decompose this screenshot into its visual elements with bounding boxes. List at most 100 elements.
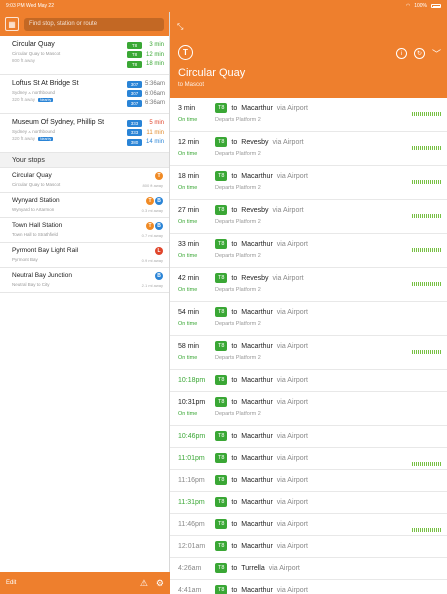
battery-icon — [431, 4, 441, 8]
route-info: T8 to Macarthur via Airport — [215, 341, 308, 351]
departure-time: 11:46pm — [178, 521, 205, 528]
search-input[interactable]: Find stop, station or route — [24, 17, 164, 31]
status-right: ◠ 100% — [406, 3, 441, 9]
saved-stop-item[interactable]: Pyrmont Bay Light Rail Pyrmont Bay L 0.9 mi… — [0, 243, 169, 268]
line-badge: T8 — [127, 51, 142, 58]
line-badge: T8 — [127, 41, 142, 49]
departure-time: 58 min — [178, 343, 200, 350]
via-text: via Airport — [272, 206, 304, 214]
line-badge: T8 — [215, 341, 228, 351]
platform-text: Departs Platform 2 — [215, 287, 261, 293]
departure-row[interactable]: 54 min On time T8 to Macarthur via Airport Dep… — [170, 302, 447, 336]
departure-row[interactable]: 4:26am T8 to Turrella via Airport — [170, 558, 447, 580]
departure-time: 11:16pm — [178, 477, 205, 484]
map-icon[interactable]: ▦ — [5, 17, 19, 31]
saved-stop-item[interactable]: Circular Quay Circular Quay to Mascot T 800… — [0, 168, 169, 193]
via-text: via Airport — [276, 520, 308, 528]
departure-time: 18 min — [145, 61, 164, 67]
via-text: via Airport — [276, 240, 308, 248]
departure-status: On time — [178, 321, 198, 327]
chevron-down-icon[interactable]: ﹀ — [432, 47, 441, 60]
nearby-badge: Nearby — [38, 97, 54, 102]
departure-row[interactable]: 11:01pm T8 to Macarthur via Airport — [170, 448, 447, 470]
departure-row[interactable]: 12:01am T8 to Macarthur via Airport — [170, 536, 447, 558]
nearby-stop-item[interactable]: Circular Quay Circular Quay to Mascot 800 … — [0, 36, 169, 75]
mode-icons: TB — [146, 222, 163, 230]
info-icon[interactable]: i — [395, 48, 407, 59]
departure-time: 18 min — [178, 173, 200, 180]
bus-icon: B — [155, 222, 163, 230]
platform-text: Departs Platform 2 — [215, 117, 261, 123]
saved-stop-item[interactable]: Town Hall Station Town Hall to Strathfiel… — [0, 218, 169, 243]
departure-row[interactable]: 10:18pm T8 to Macarthur via Airport — [170, 370, 447, 392]
edit-button[interactable]: Edit — [6, 580, 132, 586]
warning-icon[interactable]: ⚠ — [140, 578, 148, 589]
bus-icon: B — [155, 197, 163, 205]
departure-time: 11:01pm — [178, 455, 205, 462]
platform-text: Departs Platform 2 — [215, 355, 261, 361]
departure-time: 5:36am — [145, 81, 166, 87]
via-text: via Airport — [276, 542, 308, 550]
mode-icons: T — [155, 172, 163, 180]
saved-stop-distance: 800 ft away — [142, 183, 163, 188]
via-text: via Airport — [276, 498, 308, 506]
departure-row[interactable]: 10:46pm T8 to Macarthur via Airport — [170, 426, 447, 448]
via-text: via Airport — [268, 564, 300, 572]
departure-row[interactable]: 33 min On time T8 to Macarthur via Airport Dep… — [170, 234, 447, 268]
destination: Revesby — [241, 206, 269, 214]
mode-icons: L — [155, 247, 163, 255]
departure-row[interactable]: 4:41am T8 to Macarthur via Airport — [170, 580, 447, 594]
nearby-stop-item[interactable]: Loftus St At Bridge St Sydney ⟑ northboun… — [0, 75, 169, 114]
platform-text: Departs Platform 2 — [215, 411, 261, 417]
departure-row[interactable]: 27 min On time T8 to Revesby via Airport Depar… — [170, 200, 447, 234]
route-info: T8 to Macarthur via Airport — [215, 307, 308, 317]
destination: Macarthur — [241, 432, 273, 440]
occupancy-indicator — [412, 112, 442, 116]
gear-icon[interactable]: ⚙ — [156, 578, 164, 589]
line-badge: T8 — [215, 397, 228, 407]
connector-text: to — [231, 342, 238, 350]
departure-row[interactable]: 12 min On time T8 to Revesby via Airport Depar… — [170, 132, 447, 166]
saved-stop-subtitle: Circular Quay to Mascot — [12, 182, 61, 187]
nearby-stop-item[interactable]: Museum Of Sydney, Phillip St Sydney ⟑ nor… — [0, 114, 169, 153]
nearby-departure: 380 14 min — [127, 138, 164, 146]
via-text: via Airport — [272, 138, 304, 146]
via-text: via Airport — [276, 476, 308, 484]
line-badge: T8 — [215, 475, 228, 485]
departure-row[interactable]: 10:31pm On time T8 to Macarthur via Airport De… — [170, 392, 447, 426]
departure-time: 33 min — [178, 241, 200, 248]
connector-text: to — [231, 274, 238, 282]
departure-time: 54 min — [178, 309, 200, 316]
nearby-departure: 307 6:36am — [127, 99, 165, 107]
departure-row[interactable]: 11:16pm T8 to Macarthur via Airport — [170, 470, 447, 492]
departure-row[interactable]: 11:31pm T8 to Macarthur via Airport — [170, 492, 447, 514]
departure-status: On time — [178, 411, 198, 417]
nearby-departure: T8 3 min — [127, 41, 164, 49]
connector-text: to — [231, 454, 238, 462]
departure-row[interactable]: 58 min On time T8 to Macarthur via Airport Dep… — [170, 336, 447, 370]
route-info: T8 to Revesby via Airport — [215, 137, 304, 147]
line-badge: T8 — [127, 60, 142, 68]
saved-stop-item[interactable]: Neutral Bay Junction Neutral Bay to City B… — [0, 268, 169, 293]
departure-row[interactable]: 18 min On time T8 to Macarthur via Airport Dep… — [170, 166, 447, 200]
line-badge: T8 — [215, 171, 228, 181]
train-icon: T — [146, 197, 154, 205]
route-info: T8 to Turrella via Airport — [215, 563, 300, 573]
departure-row[interactable]: 42 min On time T8 to Revesby via Airport Depar… — [170, 268, 447, 302]
occupancy-indicator — [412, 528, 442, 532]
line-badge: T8 — [215, 375, 228, 385]
route-info: T8 to Macarthur via Airport — [215, 239, 308, 249]
saved-stop-name: Wynyard Station — [12, 197, 60, 204]
departure-row[interactable]: 3 min On time T8 to Macarthur via Airport Depa… — [170, 98, 447, 132]
saved-stop-item[interactable]: Wynyard Station Wynyard to Artarmon T B 0.3 … — [0, 193, 169, 218]
saved-stop-distance: 0.9 mi away — [141, 258, 163, 263]
battery-percent: 100% — [414, 3, 427, 9]
via-text: via Airport — [272, 274, 304, 282]
occupancy-indicator — [412, 214, 442, 218]
departure-row[interactable]: 11:46pm T8 to Macarthur via Airport — [170, 514, 447, 536]
destination: Macarthur — [241, 308, 273, 316]
refresh-icon[interactable]: ↻ — [413, 48, 425, 59]
expand-icon[interactable]: ⤡ — [177, 22, 183, 32]
connector-text: to — [231, 564, 238, 572]
destination: Revesby — [241, 138, 269, 146]
